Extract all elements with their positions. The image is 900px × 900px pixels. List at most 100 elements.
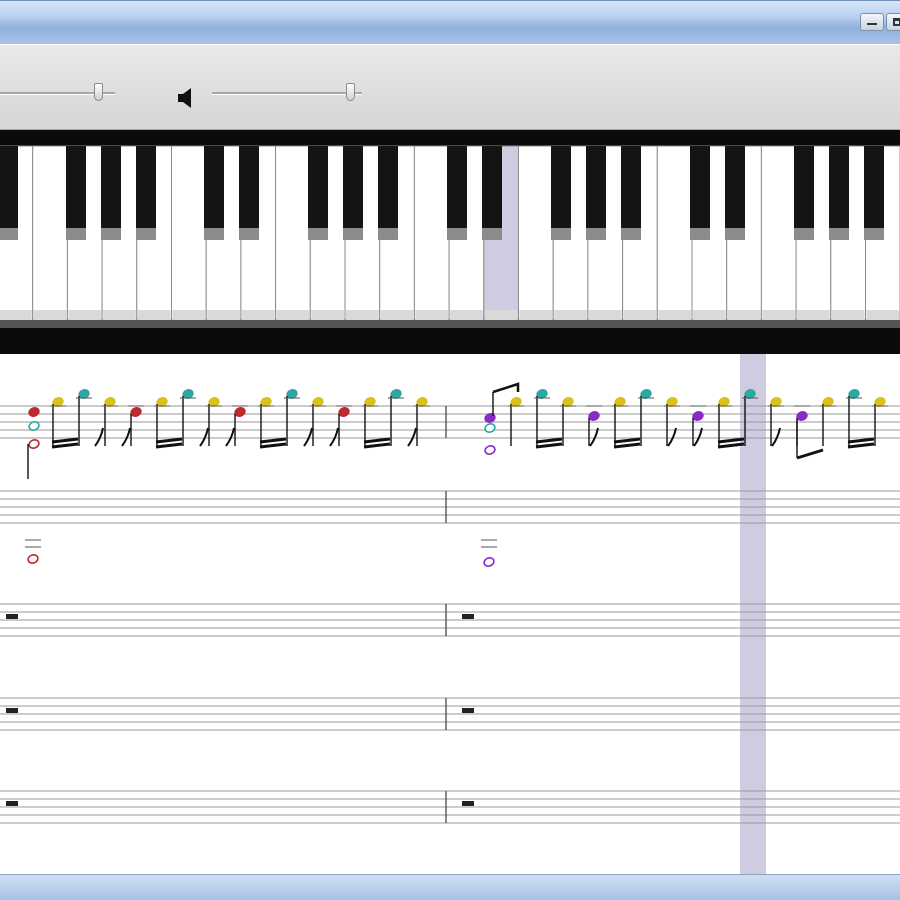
key-black[interactable] — [378, 146, 398, 232]
key-white-lip[interactable] — [762, 310, 796, 320]
key-black-edge[interactable] — [101, 228, 121, 240]
key-black[interactable] — [621, 146, 641, 232]
key-black[interactable] — [864, 146, 884, 232]
key-white-lip[interactable] — [103, 310, 136, 320]
key-black[interactable] — [447, 146, 467, 232]
key-black[interactable] — [690, 146, 710, 232]
key-black-edge[interactable] — [239, 228, 259, 240]
key-white[interactable] — [171, 145, 207, 321]
key-white-lip[interactable] — [137, 310, 171, 320]
beam — [613, 437, 641, 444]
note-head — [484, 423, 496, 433]
beam — [363, 442, 391, 449]
note-flag — [225, 427, 235, 447]
key-white-lip[interactable] — [380, 310, 414, 320]
key-white[interactable] — [275, 145, 311, 321]
key-white-lip[interactable] — [519, 310, 553, 320]
note-head — [338, 407, 350, 417]
key-black[interactable] — [551, 146, 571, 232]
key-white-lip[interactable] — [207, 310, 240, 320]
maximize-button[interactable] — [886, 13, 900, 31]
maximize-icon — [893, 18, 900, 26]
key-black[interactable] — [343, 146, 363, 232]
key-white-lip[interactable] — [450, 310, 483, 320]
note-head — [692, 411, 704, 421]
minimize-button[interactable] — [860, 13, 884, 31]
note-flag — [121, 427, 131, 447]
key-black-edge[interactable] — [0, 228, 18, 240]
key-white-lip[interactable] — [0, 310, 32, 320]
key-white-lip[interactable] — [346, 310, 379, 320]
key-black-edge[interactable] — [725, 228, 745, 240]
whole-rest — [462, 614, 474, 619]
beam — [51, 437, 79, 444]
key-white[interactable] — [32, 145, 68, 321]
whole-rest — [6, 614, 18, 619]
key-black[interactable] — [204, 146, 224, 232]
beam — [847, 437, 875, 444]
key-white-lip[interactable] — [484, 310, 518, 320]
key-black[interactable] — [136, 146, 156, 232]
beam — [535, 442, 563, 449]
beam — [259, 442, 287, 449]
key-black-edge[interactable] — [482, 228, 502, 240]
key-black-edge[interactable] — [378, 228, 398, 240]
key-white-lip[interactable] — [623, 310, 657, 320]
key-white-lip[interactable] — [68, 310, 102, 320]
key-black[interactable] — [101, 146, 121, 232]
key-white[interactable] — [656, 145, 693, 321]
key-black[interactable] — [66, 146, 86, 232]
key-black-edge[interactable] — [829, 228, 849, 240]
volume-slider-thumb[interactable] — [345, 83, 355, 101]
key-white-lip[interactable] — [276, 310, 310, 320]
key-white[interactable] — [518, 145, 554, 321]
key-white-lip[interactable] — [172, 310, 206, 320]
key-white-lip[interactable] — [554, 310, 587, 320]
key-black[interactable] — [482, 146, 502, 232]
speaker-icon[interactable] — [177, 87, 197, 109]
key-black[interactable] — [239, 146, 259, 232]
key-black-edge[interactable] — [308, 228, 328, 240]
beam — [363, 437, 391, 444]
key-black[interactable] — [829, 146, 849, 232]
key-black-edge[interactable] — [690, 228, 710, 240]
beam — [613, 442, 641, 449]
key-black-edge[interactable] — [586, 228, 606, 240]
volume-slider[interactable] — [212, 83, 362, 103]
key-white-lip[interactable] — [693, 310, 726, 320]
key-white[interactable] — [760, 145, 797, 321]
key-white-lip[interactable] — [588, 310, 622, 320]
tempo-slider[interactable] — [0, 83, 115, 103]
note-head — [484, 445, 496, 455]
window-controls — [860, 13, 900, 31]
key-white-lip[interactable] — [831, 310, 865, 320]
title-bar — [0, 0, 900, 45]
key-black-edge[interactable] — [204, 228, 224, 240]
key-black[interactable] — [794, 146, 814, 232]
key-white-lip[interactable] — [415, 310, 449, 320]
key-black[interactable] — [725, 146, 745, 232]
key-white-lip[interactable] — [727, 310, 761, 320]
key-black-edge[interactable] — [551, 228, 571, 240]
key-black-edge[interactable] — [794, 228, 814, 240]
key-white-lip[interactable] — [797, 310, 830, 320]
tempo-slider-thumb[interactable] — [94, 83, 104, 101]
key-white-lip[interactable] — [658, 310, 691, 320]
key-black-edge[interactable] — [621, 228, 641, 240]
key-black-edge[interactable] — [864, 228, 884, 240]
key-black-edge[interactable] — [447, 228, 467, 240]
key-white-lip[interactable] — [241, 310, 275, 320]
key-black[interactable] — [308, 146, 328, 232]
key-white-lip[interactable] — [33, 310, 67, 320]
key-black[interactable] — [0, 146, 18, 232]
score-area — [0, 354, 900, 874]
key-black[interactable] — [586, 146, 606, 232]
key-black-edge[interactable] — [66, 228, 86, 240]
key-white-lip[interactable] — [311, 310, 344, 320]
key-black-edge[interactable] — [136, 228, 156, 240]
key-white[interactable] — [413, 145, 450, 321]
note-flag — [667, 427, 677, 447]
key-white-lip[interactable] — [866, 310, 900, 320]
key-black-edge[interactable] — [343, 228, 363, 240]
note-flag — [303, 427, 313, 447]
